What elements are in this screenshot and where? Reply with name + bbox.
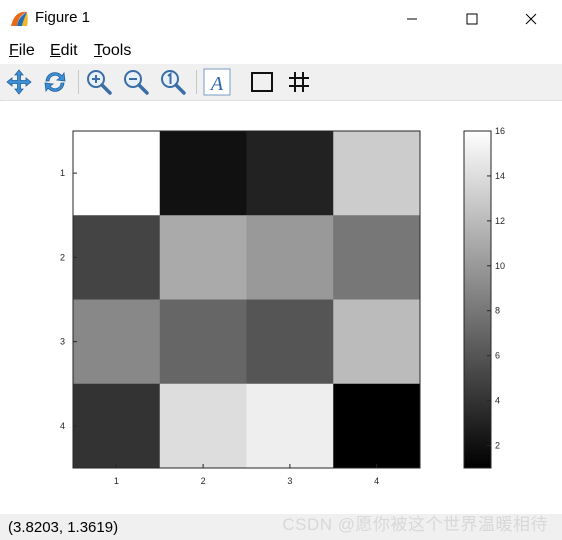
y-tick-label: 4 [60, 421, 65, 431]
menu-tools-label: ools [102, 42, 132, 59]
zoom-in-button[interactable] [84, 67, 114, 97]
colorbar-tick-label: 6 [495, 351, 500, 361]
axes-box-icon [251, 72, 273, 92]
pan-icon [6, 69, 32, 95]
heatmap-cell [73, 383, 161, 469]
y-tick-label: 1 [60, 168, 65, 178]
heatmap-cell [246, 299, 334, 385]
status-bar: (3.8203, 1.3619) CSDN @愿你被这个世界温暖相待 [0, 514, 562, 540]
pan-button[interactable] [4, 67, 34, 97]
cursor-coordinates: (3.8203, 1.3619) [8, 519, 119, 536]
minimize-button[interactable] [389, 0, 435, 38]
colorbar-tick-label: 4 [495, 396, 500, 406]
colorbar [463, 130, 492, 469]
colorbar-tick-label: 14 [495, 171, 505, 181]
grid-button[interactable] [284, 67, 314, 97]
heatmap-cell [333, 383, 421, 469]
heatmap-cell [246, 383, 334, 469]
close-button[interactable] [508, 0, 554, 38]
menu-bar: File Edit Tools [0, 38, 562, 64]
zoom-reset-button[interactable] [158, 67, 188, 97]
colorbar-tick-label: 10 [495, 261, 505, 271]
grid-icon [289, 72, 309, 92]
x-tick-label: 4 [374, 476, 379, 486]
heatmap-cell [73, 299, 161, 385]
close-icon [525, 13, 537, 25]
maximize-button[interactable] [449, 0, 495, 38]
toolbar: A [0, 64, 562, 101]
heatmap-cell [246, 215, 334, 300]
menu-file-mnemonic: F [9, 42, 19, 59]
y-tick-label: 3 [60, 337, 65, 347]
toolbar-separator [196, 70, 197, 94]
zoom-in-icon [87, 70, 112, 95]
heatmap-cell [159, 131, 247, 216]
x-tick-label: 2 [201, 476, 206, 486]
insert-text-button[interactable]: A [202, 67, 232, 97]
menu-edit-label: dit [60, 42, 78, 59]
watermark-text: CSDN @愿你被这个世界温暖相待 [282, 515, 548, 534]
menu-tools-mnemonic: T [94, 42, 102, 59]
matlab-figure-icon [8, 8, 30, 30]
text-annotation-icon: A [203, 68, 231, 96]
svg-text:A: A [209, 73, 224, 95]
colorbar-tick-label: 12 [495, 216, 505, 226]
heatmap-cell [333, 299, 421, 385]
toolbar-separator [78, 70, 79, 94]
menu-edit-mnemonic: E [50, 42, 61, 59]
colorbar-tick-label: 16 [495, 126, 505, 136]
heatmap-cell [333, 131, 421, 216]
x-tick-label: 3 [287, 476, 292, 486]
zoom-out-icon [124, 70, 149, 95]
menu-file[interactable]: File [9, 42, 35, 60]
colorbar-tick-label: 8 [495, 306, 500, 316]
y-tick-label: 2 [60, 252, 65, 262]
heatmap-cell [159, 383, 247, 469]
menu-tools[interactable]: Tools [94, 42, 131, 60]
heatmap-cell [73, 131, 161, 216]
heatmap-cell [333, 215, 421, 300]
heatmap-cell [159, 215, 247, 300]
axes-box-button[interactable] [247, 67, 277, 97]
zoom-reset-icon [161, 70, 186, 95]
rotate-icon [44, 71, 66, 93]
x-tick-label: 1 [114, 476, 119, 486]
heatmap-plot[interactable]: 1 2 3 41234246810121416 [0, 101, 562, 514]
heatmap-cell [246, 131, 334, 216]
minimize-icon [407, 18, 417, 20]
maximize-icon [466, 13, 478, 25]
figure-canvas[interactable]: 1 2 3 4 1 2 3 4 2 4 6 8 10 12 14 16 [0, 101, 562, 514]
heatmap-cell [73, 215, 161, 300]
zoom-out-button[interactable] [121, 67, 151, 97]
menu-file-label: ile [18, 42, 35, 59]
colorbar-tick-label: 2 [495, 441, 500, 451]
heatmap-cell [159, 299, 247, 385]
title-bar: Figure 1 [0, 0, 562, 38]
window-title: Figure 1 [35, 9, 91, 26]
menu-edit[interactable]: Edit [50, 42, 78, 60]
rotate-button[interactable] [40, 67, 70, 97]
